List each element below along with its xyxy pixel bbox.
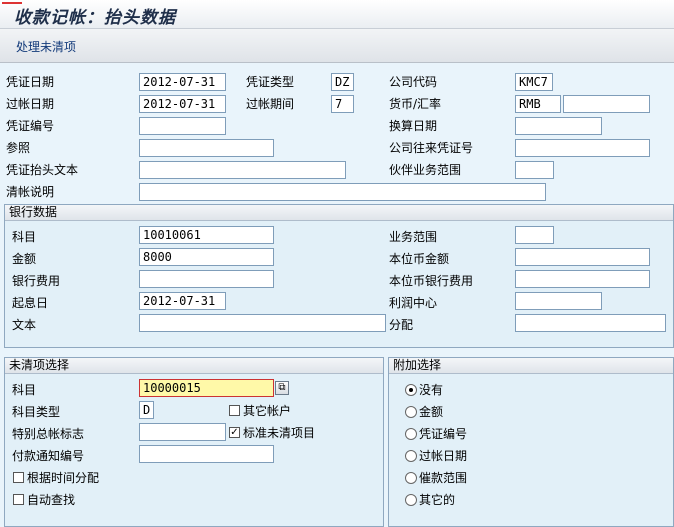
translation-date-label: 换算日期 [389, 119, 438, 133]
business-area-field[interactable] [515, 226, 554, 244]
other-accounts-label: 其它帐户 [243, 404, 292, 418]
header-text-field[interactable] [139, 161, 346, 179]
bank-charges-label: 银行费用 [12, 274, 61, 288]
open-item-selection-title: 未清项选择 [5, 358, 383, 374]
distribute-by-age-label: 根据时间分配 [27, 471, 100, 485]
radio-none[interactable] [405, 384, 417, 396]
window-title: 收款记帐：抬头数据 [14, 8, 176, 28]
payment-advice-field[interactable] [139, 445, 274, 463]
other-accounts-checkbox[interactable] [229, 405, 240, 416]
bank-data-title: 银行数据 [5, 205, 673, 221]
bank-account-label: 科目 [12, 230, 37, 244]
oi-account-label: 科目 [12, 383, 37, 397]
lc-charges-field[interactable] [515, 270, 650, 288]
partner-ba-label: 伙伴业务范围 [389, 163, 462, 177]
currency-field[interactable]: RMB [515, 95, 561, 113]
multiple-selection-icon[interactable]: ⧉ [275, 381, 289, 395]
reference-label: 参照 [6, 141, 31, 155]
auto-search-label: 自动查找 [27, 493, 76, 507]
intercompany-field[interactable] [515, 139, 650, 157]
bank-text-field[interactable] [139, 314, 386, 332]
radio-dunning-area-label: 催款范围 [419, 471, 468, 485]
additional-selection-title: 附加选择 [389, 358, 673, 374]
doc-number-field[interactable] [139, 117, 226, 135]
value-date-label: 起息日 [12, 296, 49, 310]
business-area-label: 业务范围 [389, 230, 438, 244]
assignment-field[interactable] [515, 314, 666, 332]
reference-field[interactable] [139, 139, 274, 157]
bank-account-field[interactable]: 10010061 [139, 226, 274, 244]
special-gl-label: 特别总帐标志 [12, 427, 85, 441]
doc-type-field[interactable]: DZ [331, 73, 354, 91]
clearing-text-field[interactable] [139, 183, 546, 201]
special-gl-field[interactable] [139, 423, 226, 441]
posting-date-label: 过帐日期 [6, 97, 55, 111]
radio-others-label: 其它的 [419, 493, 456, 507]
doc-type-label: 凭证类型 [246, 75, 295, 89]
company-code-field[interactable]: KMC7 [515, 73, 553, 91]
account-type-label: 科目类型 [12, 405, 61, 419]
radio-dunning-area[interactable] [405, 472, 417, 484]
partner-ba-field[interactable] [515, 161, 554, 179]
exchange-rate-field[interactable] [563, 95, 650, 113]
clearing-text-label: 清帐说明 [6, 185, 55, 199]
assignment-label: 分配 [389, 318, 414, 332]
lc-charges-label: 本位币银行费用 [389, 274, 474, 288]
application-toolbar [0, 29, 674, 63]
doc-number-label: 凭证编号 [6, 119, 55, 133]
radio-amount-label: 金额 [419, 405, 444, 419]
profit-center-field[interactable] [515, 292, 602, 310]
translation-date-field[interactable] [515, 117, 602, 135]
value-date-field[interactable]: 2012-07-31 [139, 292, 226, 310]
radio-amount[interactable] [405, 406, 417, 418]
bank-charges-field[interactable] [139, 270, 274, 288]
doc-date-field[interactable]: 2012-07-31 [139, 73, 226, 91]
process-open-items-button[interactable]: 处理未清项 [16, 38, 76, 55]
radio-doc-number-label: 凭证编号 [419, 427, 468, 441]
lc-amount-field[interactable] [515, 248, 650, 266]
radio-posting-date-label: 过帐日期 [419, 449, 468, 463]
radio-doc-number[interactable] [405, 428, 417, 440]
profit-center-label: 利润中心 [389, 296, 438, 310]
oi-account-field[interactable]: 10000015 [139, 379, 274, 397]
period-label: 过帐期间 [246, 97, 295, 111]
amount-label: 金额 [12, 252, 37, 266]
currency-label: 货币/汇率 [389, 97, 442, 111]
standard-oi-checkbox[interactable]: ✓ [229, 427, 240, 438]
radio-posting-date[interactable] [405, 450, 417, 462]
lc-amount-label: 本位币金额 [389, 252, 450, 266]
radio-none-label: 没有 [419, 383, 444, 397]
payment-advice-label: 付款通知编号 [12, 449, 85, 463]
posting-date-field[interactable]: 2012-07-31 [139, 95, 226, 113]
standard-oi-label: 标准未清项目 [243, 426, 316, 440]
account-type-field[interactable]: D [139, 401, 154, 419]
header-text-label: 凭证抬头文本 [6, 163, 79, 177]
amount-field[interactable]: 8000 [139, 248, 274, 266]
auto-search-checkbox[interactable] [13, 494, 24, 505]
radio-others[interactable] [405, 494, 417, 506]
company-code-label: 公司代码 [389, 75, 438, 89]
doc-date-label: 凭证日期 [6, 75, 55, 89]
distribute-by-age-checkbox[interactable] [13, 472, 24, 483]
period-field[interactable]: 7 [331, 95, 354, 113]
intercompany-label: 公司往来凭证号 [389, 141, 474, 155]
bank-text-label: 文本 [12, 318, 37, 332]
